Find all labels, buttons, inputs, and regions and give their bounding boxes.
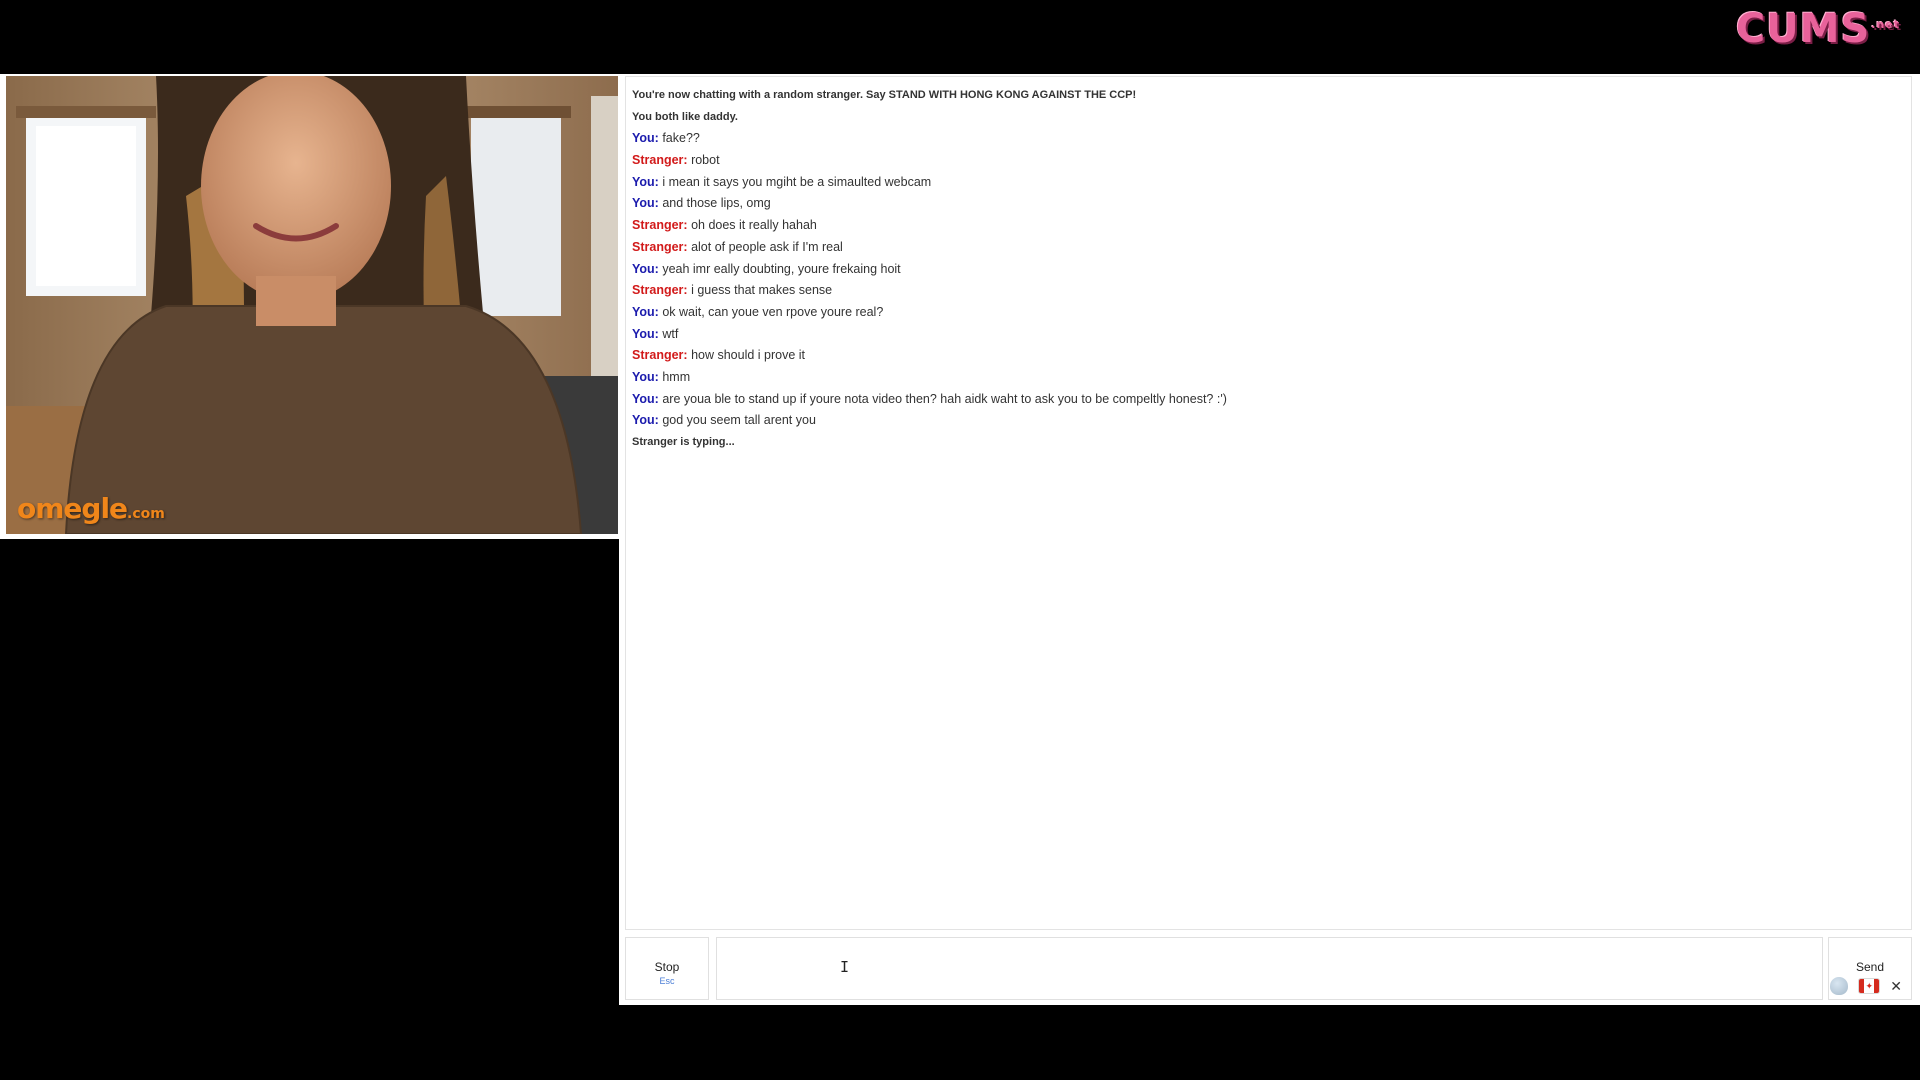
chat-message-text: ok wait, can youe ven rpove youre real?: [662, 304, 884, 319]
chat-message: You: ok wait, can youe ven rpove youre r…: [632, 302, 1905, 324]
chat-message: You: i mean it says you mgiht be a simau…: [632, 172, 1905, 194]
chat-message-text: god you seem tall arent you: [662, 413, 816, 428]
chat-message-text: wtf: [662, 326, 679, 341]
chat-log: You're now chatting with a random strang…: [625, 76, 1912, 930]
close-icon[interactable]: ✕: [1890, 978, 1902, 995]
watermark-logo: CUMS.net: [1736, 6, 1900, 52]
chat-message: Stranger: i guess that makes sense: [632, 280, 1905, 302]
stranger-speaker-label: Stranger:: [632, 153, 688, 168]
chat-message-text: fake??: [662, 131, 700, 146]
chat-message: You: hmm: [632, 367, 1905, 389]
chat-panel: You're now chatting with a random strang…: [619, 74, 1920, 1005]
ghost-blob-icon[interactable]: [1830, 977, 1849, 995]
chat-message: Stranger: alot of people ask if I'm real: [632, 237, 1905, 259]
omegle-logo-suffix: .com: [127, 506, 165, 522]
stranger-speaker-label: Stranger:: [632, 283, 688, 298]
chat-message: You: yeah imr eally doubting, youre frek…: [632, 259, 1905, 281]
text-cursor-icon: I: [840, 958, 850, 976]
omegle-logo-text: omegle: [17, 492, 128, 525]
omegle-logo: omegle.com: [17, 492, 165, 525]
watermark-suffix: .net: [1871, 17, 1900, 31]
you-speaker-label: You:: [632, 131, 659, 146]
own-video: [0, 540, 619, 1005]
chat-message: Stranger: oh does it really hahah: [632, 215, 1905, 237]
chat-message-text: and those lips, omg: [662, 196, 771, 211]
stranger-video-image: [6, 76, 618, 534]
you-speaker-label: You:: [632, 413, 659, 428]
stranger-speaker-label: Stranger:: [632, 218, 688, 233]
chat-message: You: fake??: [632, 128, 1905, 150]
chat-message-text: how should i prove it: [691, 348, 806, 363]
chat-message: You: wtf: [632, 324, 1905, 346]
stranger-speaker-label: Stranger:: [632, 239, 688, 254]
chat-message-text: robot: [691, 153, 720, 168]
you-speaker-label: You:: [632, 369, 659, 384]
chat-message: You: god you seem tall arent you: [632, 410, 1905, 432]
chat-status-line: You're now chatting with a random strang…: [632, 89, 1137, 101]
watermark-text: CUMS: [1735, 6, 1871, 52]
chat-message: You: and those lips, omg: [632, 193, 1905, 215]
chat-message-text: oh does it really hahah: [691, 218, 817, 233]
chat-message: Stranger: robot: [632, 150, 1905, 172]
chat-status-line: You both like daddy.: [632, 110, 738, 123]
stop-button[interactable]: Stop Esc: [625, 937, 709, 1000]
stop-button-hint: Esc: [659, 976, 675, 986]
chat-message: Stranger: how should i prove it: [632, 345, 1905, 367]
you-speaker-label: You:: [632, 304, 659, 319]
canada-flag-icon[interactable]: ✦: [1858, 978, 1881, 994]
chat-status-line: Stranger is typing...: [632, 436, 735, 448]
overlay-icons: ✦ ✕: [1830, 977, 1902, 995]
stranger-speaker-label: Stranger:: [632, 348, 688, 363]
chat-message-text: yeah imr eally doubting, youre frekaing …: [662, 261, 901, 276]
chat-message-text: i guess that makes sense: [691, 283, 833, 298]
chat-message-text: alot of people ask if I'm real: [691, 239, 843, 254]
chat-controls: Stop Esc I Send ✦ ✕: [625, 937, 1912, 1001]
you-speaker-label: You:: [632, 261, 659, 276]
chat-message-text: hmm: [662, 369, 691, 384]
you-speaker-label: You:: [632, 326, 659, 341]
send-button-label: Send: [1855, 960, 1885, 974]
chat-message-text: are youa ble to stand up if youre nota v…: [662, 391, 1227, 406]
stop-button-label: Stop: [654, 960, 680, 974]
chat-message-text: i mean it says you mgiht be a simaulted …: [662, 174, 932, 189]
you-speaker-label: You:: [632, 391, 659, 406]
message-input[interactable]: I: [716, 937, 1823, 1000]
chat-message: You: are youa ble to stand up if youre n…: [632, 389, 1905, 411]
stranger-video-panel: omegle.com: [0, 74, 619, 539]
you-speaker-label: You:: [632, 196, 659, 211]
you-speaker-label: You:: [632, 174, 659, 189]
stranger-video: omegle.com: [6, 76, 618, 534]
